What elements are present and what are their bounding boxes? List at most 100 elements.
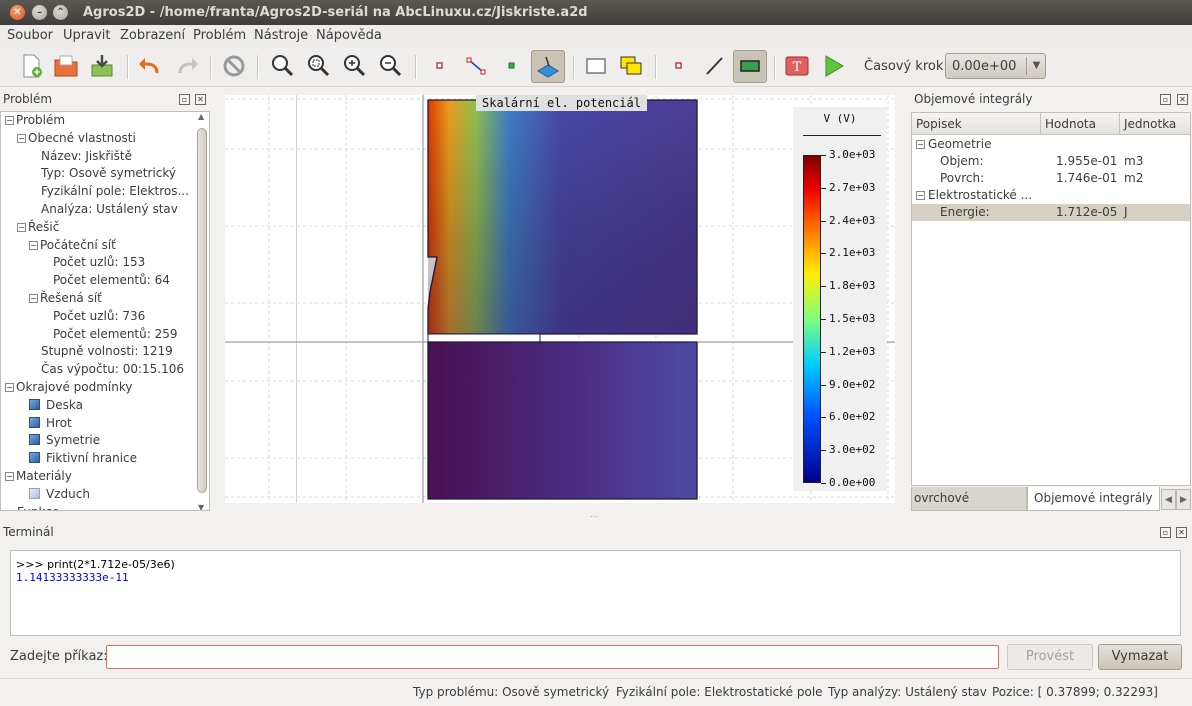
- tree-item[interactable]: Fyzikální pole: Elektros...: [41, 183, 189, 200]
- collapse-icon[interactable]: −: [29, 294, 38, 303]
- tree-item[interactable]: Funkce: [17, 504, 59, 510]
- legend-tick-label: 1.2e+03: [829, 344, 876, 358]
- solve-button[interactable]: [818, 51, 848, 81]
- chevron-down-icon[interactable]: ▼: [1026, 57, 1046, 75]
- clear-button[interactable]: Vymazat: [1098, 644, 1182, 670]
- tree-item[interactable]: − Řešič: [17, 219, 59, 236]
- terminal-output[interactable]: >>> print(2*1.712e-05/3e6) 1.14133333333…: [10, 550, 1181, 636]
- tree-item[interactable]: Počet uzlů: 736: [53, 308, 145, 325]
- collapse-icon[interactable]: −: [5, 116, 14, 125]
- postprocess-node-button[interactable]: [664, 51, 694, 81]
- column-header-value[interactable]: Hodnota: [1045, 117, 1096, 131]
- column-header-label[interactable]: Popisek: [916, 117, 962, 131]
- tree-scrollbar[interactable]: ▲ ▼: [195, 112, 209, 510]
- edge-mode-button[interactable]: [461, 51, 491, 81]
- undock-icon[interactable]: ▫: [179, 94, 190, 105]
- tree-item[interactable]: − Materiály: [5, 468, 72, 485]
- undock-icon[interactable]: ▫: [1160, 527, 1171, 538]
- new-file-button[interactable]: [16, 51, 46, 81]
- tree-item[interactable]: Počet uzlů: 153: [53, 254, 145, 271]
- close-window-button[interactable]: ✕: [10, 5, 25, 20]
- tree-item[interactable]: Stupně volnosti: 1219: [41, 343, 173, 360]
- select-all-button[interactable]: [616, 51, 646, 81]
- undo-button[interactable]: [135, 51, 165, 81]
- postprocess-area-button[interactable]: [733, 50, 767, 83]
- volume-integrals-table[interactable]: Popisek Hodnota Jednotka − Geometrie Objem…: [911, 112, 1191, 486]
- open-file-button[interactable]: [51, 51, 81, 81]
- window-title: Agros2D - /home/franta/Agros2D-seriál na…: [83, 5, 588, 20]
- undock-icon[interactable]: ▫: [1160, 94, 1171, 105]
- postprocess-edge-button[interactable]: [699, 51, 729, 81]
- timestep-combobox[interactable]: 0.00e+00 ▼: [945, 53, 1046, 79]
- run-button[interactable]: Provést: [1007, 644, 1093, 670]
- tree-item[interactable]: Analýza: Ustálený stav: [41, 201, 178, 218]
- collapse-icon[interactable]: −: [5, 383, 14, 392]
- tab-scroll-right-icon[interactable]: ▶: [1176, 489, 1191, 510]
- zoom-best-fit-button[interactable]: [267, 51, 297, 81]
- menu-nastroje[interactable]: Nástroje: [254, 28, 308, 43]
- tab-volume-integrals[interactable]: Objemové integrály: [1027, 487, 1160, 511]
- tree-item[interactable]: Hrot: [29, 415, 72, 432]
- collapse-icon[interactable]: −: [916, 140, 925, 149]
- title-bar: ✕ – ⌃ Agros2D - /home/franta/Agros2D-ser…: [0, 0, 1192, 25]
- menu-napoveda[interactable]: Nápověda: [316, 28, 382, 43]
- table-row[interactable]: − Elektrostatické ...: [912, 187, 1190, 204]
- menu-soubor[interactable]: Soubor: [7, 28, 53, 43]
- collapse-icon[interactable]: −: [17, 133, 26, 143]
- column-header-unit[interactable]: Jednotka: [1124, 117, 1176, 131]
- zoom-out-button[interactable]: [375, 51, 405, 81]
- terminal-panel-header: Terminál ▫ ✕: [0, 522, 1192, 542]
- zoom-in-button[interactable]: [339, 51, 369, 81]
- tree-item[interactable]: − Okrajové podmínky: [5, 379, 132, 396]
- tree-item[interactable]: − Počáteční síť: [29, 237, 116, 254]
- table-row[interactable]: Povrch: 1.746e-01 m2: [912, 170, 1190, 187]
- tab-surface-integrals[interactable]: ovrchové integrály: [911, 487, 1027, 511]
- scrollbar-thumb[interactable]: [197, 128, 207, 493]
- menu-upravit[interactable]: Upravit: [63, 28, 110, 43]
- scene-properties-button[interactable]: T: [782, 51, 812, 81]
- tree-item[interactable]: Symetrie: [29, 432, 100, 449]
- maximize-window-button[interactable]: ⌃: [53, 5, 68, 20]
- label-mode-button[interactable]: [497, 51, 527, 81]
- collapse-icon[interactable]: −: [17, 222, 26, 232]
- splitter-handle[interactable]: ⋯: [590, 512, 598, 521]
- problem-tree[interactable]: − Problém − Obecné vlastnosti Název: Jiskřiš…: [0, 111, 210, 511]
- close-icon[interactable]: ✕: [1177, 94, 1188, 105]
- legend-tick-label: 3.0e+03: [829, 148, 876, 161]
- tree-item[interactable]: Čas výpočtu: 00:15.106: [41, 361, 184, 378]
- postprocessor-mode-button[interactable]: [531, 50, 565, 83]
- close-icon[interactable]: ✕: [1176, 527, 1187, 538]
- table-row[interactable]: Energie: 1.712e-05 J: [912, 204, 1190, 221]
- tree-item[interactable]: Deska: [29, 397, 83, 414]
- tree-item[interactable]: − Řešená síť: [29, 290, 102, 307]
- minimize-window-button[interactable]: –: [32, 5, 47, 20]
- table-row[interactable]: Objem: 1.955e-01 m3: [912, 153, 1190, 170]
- tree-item[interactable]: Počet elementů: 64: [53, 272, 170, 289]
- view-title: Skalární el. potenciál: [476, 95, 647, 111]
- close-icon[interactable]: ✕: [195, 94, 206, 105]
- tree-item[interactable]: Název: Jiskřiště: [41, 148, 132, 165]
- tree-item[interactable]: Počet elementů: 259: [53, 326, 178, 343]
- save-file-button[interactable]: [87, 51, 117, 81]
- menu-problem[interactable]: Problém: [193, 28, 246, 43]
- legend-tick: [821, 155, 826, 156]
- redo-button[interactable]: [172, 51, 202, 81]
- command-input[interactable]: [106, 645, 999, 669]
- collapse-icon[interactable]: −: [29, 240, 38, 250]
- tree-item[interactable]: − Problém: [5, 112, 65, 129]
- stop-button[interactable]: [219, 51, 249, 81]
- tab-scroll-left-icon[interactable]: ◀: [1161, 489, 1176, 510]
- legend-color-bar: [803, 155, 821, 483]
- tree-item[interactable]: Fiktivní hranice: [29, 450, 137, 467]
- collapse-icon[interactable]: −: [916, 191, 925, 200]
- collapse-icon[interactable]: −: [5, 472, 14, 481]
- postprocessor-view[interactable]: Skalární el. potenciál V (V) 3.0e+03 2.7e…: [225, 95, 895, 503]
- table-row[interactable]: − Geometrie: [912, 136, 1190, 153]
- tree-item[interactable]: − Obecné vlastnosti: [17, 130, 136, 147]
- tree-item[interactable]: Typ: Osově symetrický: [41, 165, 176, 182]
- tree-item[interactable]: Vzduch: [29, 486, 90, 503]
- zoom-region-button[interactable]: [303, 51, 333, 81]
- select-region-button[interactable]: [581, 51, 611, 81]
- menu-zobrazeni[interactable]: Zobrazení: [120, 28, 185, 43]
- node-mode-button[interactable]: [425, 51, 455, 81]
